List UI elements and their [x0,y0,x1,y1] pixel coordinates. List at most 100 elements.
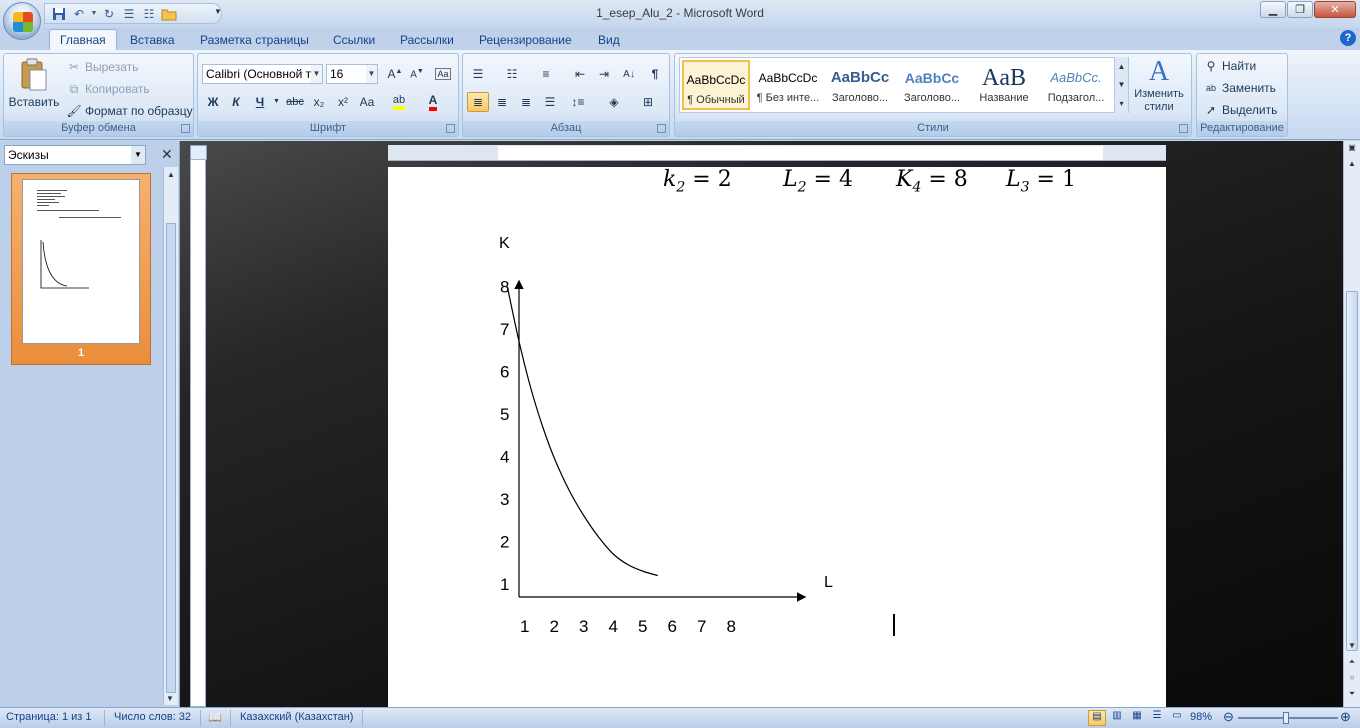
scroll-up-icon[interactable]: ▲ [1347,159,1357,168]
justify-button[interactable]: ☰ [539,92,561,112]
scrollbar-thumb[interactable] [1346,291,1358,651]
scrollbar-thumb[interactable] [166,223,176,693]
superscript-button[interactable]: x² [332,92,354,112]
align-right-button[interactable]: ≣ [515,92,537,112]
minimize-icon[interactable]: ▁ [1260,1,1286,18]
web-layout-view-icon[interactable]: ▦ [1128,710,1146,726]
replace-button[interactable]: ab Заменить [1203,80,1276,96]
italic-button[interactable]: К [225,92,247,112]
redo-icon[interactable]: ↻ [101,6,117,22]
gallery-more-icon[interactable]: ▾ [1119,99,1123,108]
thumbnail-view-select[interactable]: Эскизы ▼ [4,145,146,165]
zoom-out-icon[interactable]: ⊖ [1223,709,1234,725]
multilevel-list-button[interactable]: ≡ [535,64,557,84]
undo-dropdown-icon[interactable]: ▼ [91,6,98,22]
tab-mailings[interactable]: Рассылки [400,30,454,50]
clipboard-launcher-icon[interactable] [181,124,190,133]
borders-button[interactable]: ⊞ [637,92,659,112]
next-page-icon[interactable]: ⏷ [1347,689,1357,699]
print-layout-view-icon[interactable]: ▤ [1088,710,1106,726]
save-icon[interactable] [51,6,67,22]
shrink-font-button[interactable]: A▼ [406,64,428,84]
font-size-select[interactable]: 16 ▼ [326,64,378,84]
cut-button[interactable]: ✂ Вырезать [66,59,138,75]
zoom-level[interactable]: 98% [1190,711,1212,723]
copy-button[interactable]: ⧉ Копировать [66,81,150,97]
office-button[interactable] [3,2,41,40]
tab-home[interactable]: Главная [49,29,117,51]
align-center-button[interactable]: ≣ [491,92,513,112]
decrease-indent-button[interactable]: ⇤ [569,64,591,84]
show-marks-button[interactable]: ¶ [644,64,666,84]
scroll-down-icon[interactable]: ▼ [1347,641,1357,650]
horizontal-ruler[interactable] [388,145,1166,161]
bold-button[interactable]: Ж [202,92,224,112]
page-thumbnail[interactable]: 1 [11,173,151,365]
strikethrough-button[interactable]: abc [284,92,306,112]
change-styles-button[interactable]: A Изменить стили [1131,56,1187,118]
style-heading-2[interactable]: AaBbCc Заголово... [898,60,966,110]
tab-page-layout[interactable]: Разметка страницы [200,30,309,50]
qat-customize-icon[interactable]: ▼ [214,7,222,16]
close-icon[interactable]: ✕ [161,146,173,163]
tab-view[interactable]: Вид [598,30,620,50]
language-indicator[interactable]: Казахский (Казахстан) [240,711,353,723]
ruler-toggle-icon[interactable]: ▣ [1347,143,1357,152]
styles-gallery-scroll[interactable]: ▲ ▼ ▾ [1114,57,1128,113]
style-heading-1[interactable]: AaBbCc Заголово... [826,60,894,110]
undo-icon[interactable]: ↶ [71,6,87,22]
font-launcher-icon[interactable] [446,124,455,133]
scroll-up-icon[interactable]: ▲ [164,170,178,179]
document-scrollbar[interactable]: ▣ ▲ ▼ ⏶ ○ ⏷ [1343,141,1360,707]
bullets-icon[interactable]: ☷ [141,6,157,22]
page-count[interactable]: Страница: 1 из 1 [6,711,92,723]
print-preview-icon[interactable]: ☰ [121,6,137,22]
help-icon[interactable]: ? [1340,30,1356,46]
subscript-button[interactable]: x₂ [308,92,330,112]
tab-references[interactable]: Ссылки [333,30,375,50]
open-icon[interactable] [161,6,177,22]
align-left-button[interactable]: ≣ [467,92,489,112]
restore-icon[interactable]: ❐ [1287,1,1313,18]
styles-launcher-icon[interactable] [1179,124,1188,133]
full-screen-view-icon[interactable]: ▥ [1108,710,1126,726]
draft-view-icon[interactable]: ▭ [1168,710,1186,726]
style-no-spacing[interactable]: AaBbCcDc ¶ Без инте... [754,60,822,110]
ruler-tab-selector[interactable] [190,145,207,160]
paragraph-launcher-icon[interactable] [657,124,666,133]
paste-button[interactable]: Вставить [8,58,60,118]
vertical-ruler[interactable] [190,159,206,707]
scroll-up-icon[interactable]: ▲ [1118,62,1126,71]
thumbnail-scrollbar[interactable]: ▲ ▼ [163,167,178,705]
shading-button[interactable]: ◈ [603,92,625,112]
highlight-button[interactable]: ab [388,92,410,112]
zoom-slider-handle[interactable] [1283,712,1289,724]
underline-dropdown-icon[interactable]: ▼ [273,98,280,105]
style-normal[interactable]: AaBbCcDc ¶ Обычный [682,60,750,110]
bullets-button[interactable]: ☰ [467,64,489,84]
select-button[interactable]: ➚ Выделить [1203,102,1277,118]
change-case-button[interactable]: Aa [356,92,378,112]
numbering-button[interactable]: ☷ [501,64,523,84]
scroll-down-icon[interactable]: ▼ [166,694,174,703]
increase-indent-button[interactable]: ⇥ [593,64,615,84]
tab-insert[interactable]: Вставка [130,30,175,50]
format-painter-button[interactable]: 🖌 Формат по образцу [66,103,192,119]
outline-view-icon[interactable]: ☰ [1148,710,1166,726]
grow-font-button[interactable]: A▲ [384,64,406,84]
underline-button[interactable]: Ч [249,92,271,112]
style-subtitle[interactable]: AaBbCc. Подзагол... [1042,60,1110,110]
word-count[interactable]: Число слов: 32 [114,711,191,723]
line-spacing-button[interactable]: ↕≡ [567,92,589,112]
font-color-button[interactable]: A [422,92,444,112]
tab-review[interactable]: Рецензирование [479,30,572,50]
zoom-in-icon[interactable]: ⊕ [1340,709,1351,725]
sort-button[interactable]: A↓ [618,64,640,84]
font-family-select[interactable]: Calibri (Основной текст)▼ [202,64,323,84]
scroll-down-icon[interactable]: ▼ [1118,80,1126,89]
close-icon[interactable]: ✕ [1314,1,1356,18]
document-page[interactable]: k2 = 2 L2 = 4 K4 = 8 L3 = 1 K L 12345678… [388,167,1166,707]
clear-format-button[interactable]: Aa [432,64,454,84]
spellcheck-icon[interactable]: 📖 [208,711,222,724]
browse-object-icon[interactable]: ○ [1347,673,1357,682]
